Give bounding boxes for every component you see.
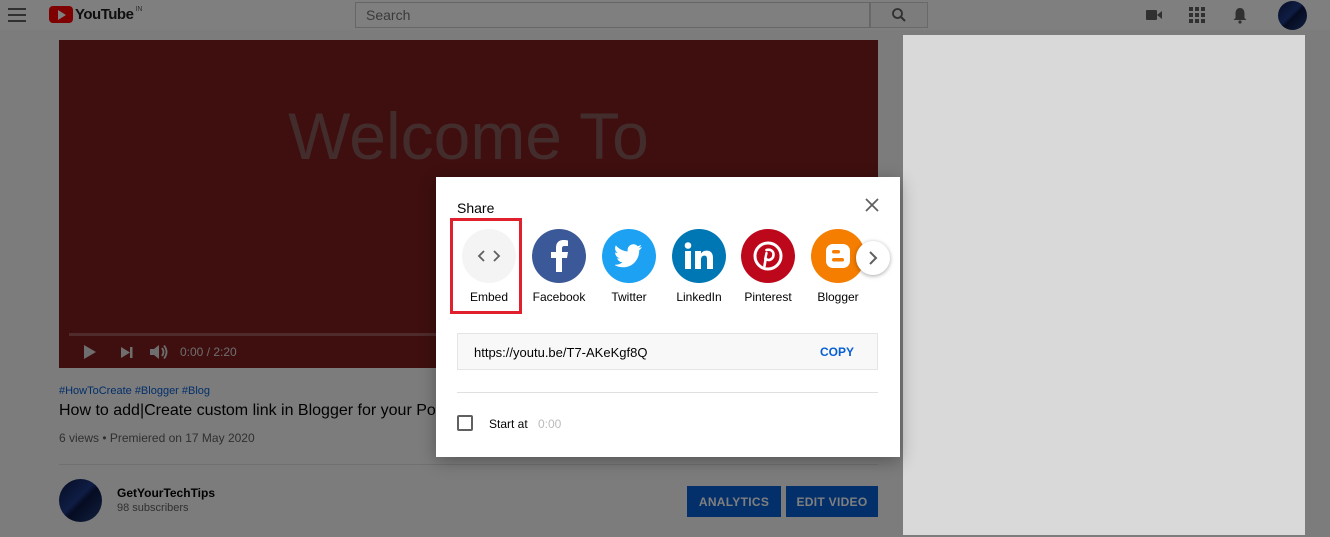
share-label-blogger: Blogger: [817, 290, 859, 304]
close-icon[interactable]: [863, 196, 881, 214]
share-dialog-title: Share: [457, 200, 495, 216]
share-label-facebook: Facebook: [532, 290, 586, 304]
dialog-divider: [457, 392, 878, 393]
share-twitter[interactable]: Twitter: [594, 229, 664, 309]
share-linkedin[interactable]: LinkedIn: [664, 229, 734, 309]
start-at-label: Start at: [489, 417, 528, 431]
facebook-icon: [532, 229, 586, 283]
chevron-right-icon: [869, 251, 878, 265]
share-label-linkedin: LinkedIn: [676, 290, 722, 304]
share-facebook[interactable]: Facebook: [524, 229, 594, 309]
share-label-twitter: Twitter: [611, 290, 647, 304]
start-at-time-input[interactable]: 0:00: [538, 417, 561, 431]
share-link-box: https://youtu.be/T7-AKeKgf8Q COPY: [457, 333, 878, 370]
share-link-input[interactable]: https://youtu.be/T7-AKeKgf8Q: [474, 345, 647, 360]
sidebar-panel: [903, 35, 1305, 535]
linkedin-icon: [672, 229, 726, 283]
share-label-pinterest: Pinterest: [744, 290, 792, 304]
start-at-checkbox[interactable]: [457, 415, 473, 431]
twitter-icon: [602, 229, 656, 283]
embed-highlight-box: [450, 218, 522, 314]
share-next-button[interactable]: [856, 241, 890, 275]
share-pinterest[interactable]: Pinterest: [733, 229, 803, 309]
share-dialog: Share Embed Facebook Twitter LinkedIn Pi…: [436, 177, 900, 457]
pinterest-icon: [741, 229, 795, 283]
copy-button[interactable]: COPY: [820, 345, 854, 359]
